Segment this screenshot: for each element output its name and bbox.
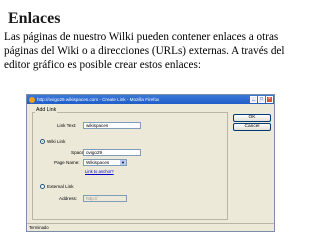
add-link-legend: Add Link: [35, 107, 58, 113]
space-input[interactable]: ovigo29: [83, 148, 141, 156]
close-button[interactable]: ×: [266, 96, 273, 103]
slide-body: Las páginas de nuestro Wilki pueden cont…: [4, 30, 316, 73]
slide-title: Enlaces: [8, 10, 61, 27]
status-bar: Terminado: [27, 223, 274, 231]
cancel-button[interactable]: Cancel: [233, 123, 271, 131]
link-text-label: Link Text:: [57, 123, 77, 128]
wiki-link-radio[interactable]: [40, 139, 45, 144]
body-line: Las páginas de nuestro Wilki pueden cont…: [4, 31, 279, 43]
link-text-input[interactable]: wikispaces: [83, 121, 141, 129]
external-link-radio[interactable]: [40, 184, 45, 189]
create-link-window: http://ovigo29.wikispaces.com - Create L…: [26, 94, 275, 232]
page-name-value: Wikispaces: [86, 159, 110, 165]
maximize-button[interactable]: □: [258, 96, 265, 103]
address-label: Address:: [59, 196, 78, 201]
link-to-anchor-link[interactable]: Link to anchor?: [85, 169, 114, 174]
address-input[interactable]: http://: [83, 194, 127, 202]
ok-button[interactable]: OK: [233, 114, 271, 122]
chevron-down-icon: ▼: [120, 159, 126, 165]
wiki-link-label: Wiki Link: [47, 139, 66, 144]
body-line: páginas del Wiki o a direcciones (URLs) …: [4, 45, 285, 58]
page-name-select[interactable]: Wikispaces ▼: [83, 158, 127, 166]
body-line: editor gráfico es posible crear estos en…: [4, 59, 201, 72]
external-link-label: External Link: [47, 184, 74, 189]
firefox-icon: [29, 96, 35, 103]
page-name-label: Page Name:: [54, 160, 80, 165]
minimize-button[interactable]: _: [250, 96, 257, 103]
window-titlebar[interactable]: http://ovigo29.wikispaces.com - Create L…: [27, 95, 274, 104]
window-title: http://ovigo29.wikispaces.com - Create L…: [37, 97, 160, 102]
status-text: Terminado: [29, 225, 49, 230]
